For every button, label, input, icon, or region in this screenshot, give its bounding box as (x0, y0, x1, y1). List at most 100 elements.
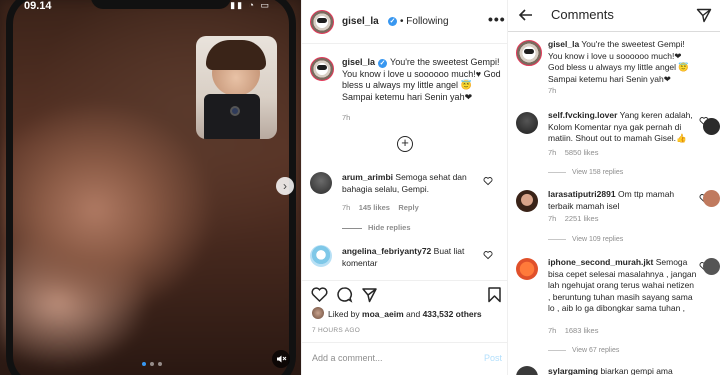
comment-username[interactable]: angelina_febriyanty72 (342, 246, 431, 256)
post-caption: gisel_la ✓ You're the sweetest Gempi! You … (342, 57, 502, 103)
add-comment-bar: Add a comment... Post (302, 342, 509, 375)
comment-meta: 7h 2251 likes (548, 214, 598, 223)
verified-icon: ✓ (388, 17, 397, 26)
avatar[interactable] (312, 307, 324, 319)
divider (548, 238, 566, 240)
comment-username[interactable]: larasatiputri2891 (548, 189, 616, 199)
divider (548, 349, 566, 351)
comment-text-block: angelina_febriyanty72 Buat liat komentar (342, 246, 480, 269)
caption-username[interactable]: gisel_la (548, 39, 579, 49)
bookmark-icon[interactable] (487, 286, 502, 303)
following-label: Following (406, 16, 449, 27)
liked-by-prefix: Liked by (328, 309, 360, 319)
comment-icon[interactable] (336, 286, 353, 303)
pip-phone (204, 94, 260, 139)
back-arrow-icon[interactable] (518, 7, 534, 23)
like-heart-icon[interactable] (311, 286, 328, 303)
divider (548, 171, 566, 173)
comment-text-block: iphone_second_murah.jkt Semoga bisa cepe… (548, 257, 698, 315)
post-action-bar: Liked by moa_aeim and 433,532 others 7 H… (302, 280, 509, 340)
carousel-dot (158, 362, 162, 366)
post-panel: gisel_la ✓ • Following ••• gisel_la ✓ You'… (301, 0, 509, 375)
reply-button[interactable]: Reply (398, 203, 418, 212)
comment-likes[interactable]: 1683 likes (565, 326, 599, 335)
comment-age: 7h (548, 214, 557, 223)
avatar[interactable] (516, 366, 538, 375)
status-time: 09.14 (24, 0, 52, 12)
divider (342, 227, 362, 229)
hide-replies-label: Hide replies (368, 223, 411, 232)
phone-notch (91, 0, 231, 9)
comment-text: biarkan gempi ama (600, 366, 673, 375)
comment-text-block: arum_arimbi Semoga sehat dan bahagia sel… (342, 172, 480, 195)
view-replies-label: View 67 replies (572, 347, 620, 354)
more-options-icon[interactable]: ••• (488, 11, 506, 27)
caption-age: 7h (548, 86, 557, 95)
avatar[interactable] (310, 172, 332, 194)
post-photo[interactable]: 09.14 ▮▮ ◔ ▭ › (0, 0, 301, 375)
hide-replies-button[interactable]: Hide replies (342, 223, 411, 232)
avatar[interactable] (516, 190, 538, 212)
heart-icon[interactable] (483, 250, 493, 260)
load-more-comments-button[interactable]: + (397, 136, 413, 152)
comment-text-block: larasatiputri2891 Om ttp mamah terbaik m… (548, 189, 688, 212)
liked-by-count[interactable]: 433,532 others (423, 309, 482, 319)
comment-username[interactable]: iphone_second_murah.jkt (548, 257, 653, 267)
likes-summary[interactable]: Liked by moa_aeim and 433,532 others (328, 309, 482, 319)
avatar[interactable] (516, 258, 538, 280)
liked-by-and: and (406, 309, 421, 319)
heart-icon[interactable] (483, 176, 493, 186)
carousel-dot (142, 362, 146, 366)
post-comment-button[interactable]: Post (484, 353, 502, 363)
add-comment-input[interactable]: Add a comment... (312, 353, 383, 363)
view-replies-button[interactable]: View 67 replies (548, 347, 619, 354)
comment-text-block: sylargaming biarkan gempi ama (548, 366, 698, 375)
comment-age: 7h (342, 203, 351, 212)
comment-meta: 7h 145 likes Reply (342, 203, 419, 212)
liked-by-user[interactable]: moa_aeim (362, 309, 404, 319)
pip-hair (206, 40, 266, 70)
comment-age: 7h (548, 148, 557, 157)
view-replies-label: View 109 replies (572, 236, 624, 243)
caption-age: 7h (342, 113, 351, 122)
status-icons: ▮▮ ◔ ▭ (230, 0, 271, 10)
comments-title: Comments (551, 7, 614, 22)
comment-username[interactable]: self.fvcking.lover (548, 110, 617, 120)
avatar (703, 118, 720, 135)
caption-username[interactable]: gisel_la (342, 57, 375, 67)
view-replies-label: View 158 replies (572, 169, 624, 176)
mute-button[interactable] (272, 350, 290, 368)
cropped-edge (703, 0, 720, 375)
avatar[interactable] (310, 245, 332, 267)
post-username[interactable]: gisel_la (342, 16, 379, 27)
share-icon[interactable] (361, 286, 378, 303)
comment-username[interactable]: arum_arimbi (342, 172, 393, 182)
view-replies-button[interactable]: View 109 replies (548, 236, 623, 243)
video-call-pip (196, 36, 277, 139)
view-replies-button[interactable]: View 158 replies (548, 169, 623, 176)
avatar[interactable] (516, 112, 538, 134)
comment-meta: 7h 5850 likes (548, 148, 598, 157)
comment-age: 7h (548, 326, 557, 335)
comment-likes[interactable]: 145 likes (359, 203, 390, 212)
following-button[interactable]: • Following (400, 16, 449, 27)
comment-likes[interactable]: 5850 likes (565, 148, 599, 157)
avatar[interactable] (310, 10, 334, 34)
comment-username[interactable]: sylargaming (548, 366, 598, 375)
comment-text-block: self.fvcking.lover Yang keren adalah, Ko… (548, 110, 698, 145)
verified-icon: ✓ (378, 59, 388, 68)
avatar[interactable] (310, 57, 334, 81)
comments-panel: Comments gisel_la You're the sweetest Ge… (508, 0, 720, 375)
pip-camera (230, 106, 240, 116)
post-timestamp: 7 HOURS AGO (312, 327, 361, 334)
next-image-button[interactable]: › (276, 177, 294, 195)
avatar[interactable] (516, 40, 542, 66)
caption-block: gisel_la You're the sweetest Gempi! You … (548, 39, 698, 85)
avatar (703, 258, 720, 275)
carousel-dots (142, 362, 162, 366)
comment-likes[interactable]: 2251 likes (565, 214, 599, 223)
comment-meta: 7h 1683 likes (548, 326, 598, 335)
speaker-muted-icon (277, 355, 287, 363)
carousel-dot (150, 362, 154, 366)
avatar (703, 190, 720, 207)
